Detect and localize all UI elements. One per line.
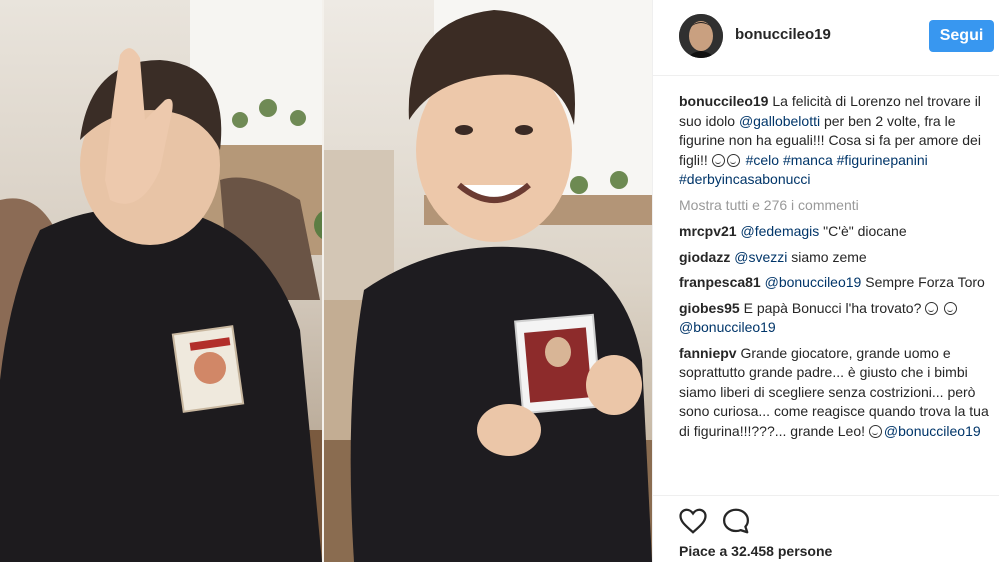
- grin-emoji-icon: [711, 153, 725, 167]
- likes-count[interactable]: Piace a 32.458 persone: [679, 543, 832, 559]
- hashtag-derbyincasabonucci[interactable]: #derbyincasabonucci: [679, 171, 811, 187]
- comment-icon[interactable]: [721, 506, 751, 536]
- photo-left-panel: [0, 0, 322, 562]
- caption-username[interactable]: bonucci​leo19: [679, 93, 768, 109]
- post-username[interactable]: bonucci​leo19: [735, 26, 831, 43]
- photo-left-scene: [0, 0, 322, 562]
- comment-text: siamo zeme: [787, 248, 867, 265]
- sunglasses-emoji-icon: [944, 301, 958, 315]
- photo-right-panel: [324, 0, 652, 562]
- comment-username[interactable]: giodazz: [679, 249, 730, 265]
- comment-item: franpesca81 @bonucci​leo19 Sempre Forza …: [679, 273, 993, 293]
- comment-item: giobes95 E papà Bonucci l'ha trovato? @b…: [679, 299, 993, 338]
- caption-mention[interactable]: @gallobelotti: [739, 113, 820, 129]
- comment-mention[interactable]: @fedemagis: [740, 223, 819, 239]
- comment-item: fanniepv Grande giocatore, grande uomo e…: [679, 344, 993, 442]
- comment-mention[interactable]: @bonucci​leo19: [884, 423, 981, 439]
- avatar[interactable]: [679, 14, 723, 58]
- comment-mention[interactable]: @svezzi: [734, 249, 787, 265]
- comment-text: Sempre Forza Toro: [861, 274, 985, 290]
- comments-list: bonucci​leo19 La felicità di Lorenzo nel…: [679, 92, 993, 447]
- grin-emoji-icon: [925, 301, 939, 315]
- comment-username[interactable]: fanniepv: [679, 345, 737, 361]
- comment-username[interactable]: mrcpv21: [679, 223, 737, 239]
- avatar-icon: [679, 14, 723, 58]
- comment-username[interactable]: franpesca81: [679, 274, 761, 290]
- comment-item: mrcpv21 @fedemagis "C'è" diocane: [679, 222, 993, 242]
- heart-icon[interactable]: [678, 506, 708, 536]
- post-photo[interactable]: [0, 0, 652, 562]
- caption: bonucci​leo19 La felicità di Lorenzo nel…: [679, 92, 993, 190]
- comment-text: E papà Bonucci l'ha trovato?: [743, 299, 926, 316]
- comment-username[interactable]: giobes95: [679, 300, 740, 316]
- hashtag-figurinepanini[interactable]: #figurinepanini: [837, 152, 928, 168]
- hashtag-manca[interactable]: #manca: [783, 152, 833, 168]
- comment-mention[interactable]: @bonucci​leo19: [679, 319, 776, 335]
- hashtag-celo[interactable]: #celo: [746, 152, 779, 168]
- photo-right-scene: [324, 0, 652, 562]
- follow-button[interactable]: Segui: [929, 20, 994, 52]
- post-actions: Piace a 32.458 persone: [653, 495, 999, 562]
- comment-mention[interactable]: @bonucci​leo19: [765, 274, 862, 290]
- comment-text: "C'è" diocane: [819, 223, 907, 239]
- emoji-icon: [726, 153, 740, 167]
- post-header: bonucci​leo19 Segui: [653, 0, 999, 76]
- post-side-panel: bonucci​leo19 Segui bonucci​leo19 La fel…: [653, 0, 999, 562]
- surprised-emoji-icon: [868, 424, 882, 438]
- comment-item: giodazz @svezzi siamo zeme: [679, 248, 993, 268]
- show-all-comments[interactable]: Mostra tutti e 276 i commenti: [679, 196, 993, 216]
